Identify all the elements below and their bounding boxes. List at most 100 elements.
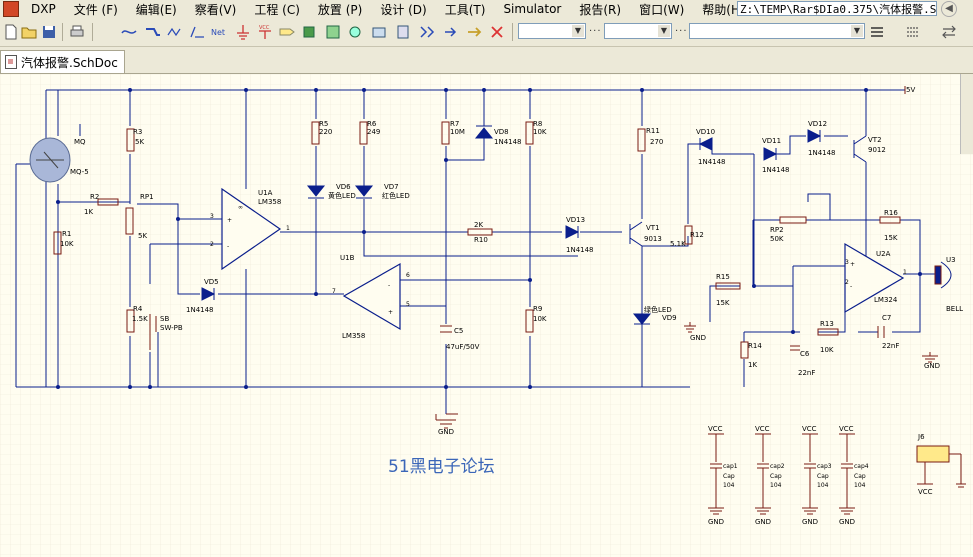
directive-icon[interactable]: [370, 23, 388, 41]
label-rp1: RP1: [140, 193, 154, 201]
label-r10v: 2K: [474, 221, 483, 229]
menu-file[interactable]: 文件 (F): [65, 1, 127, 18]
label-r8: R8: [533, 120, 542, 128]
label-c5v: 47uF/50V: [446, 343, 480, 351]
align-icon[interactable]: [940, 23, 958, 41]
layer-combo[interactable]: ▼: [518, 23, 586, 39]
cap3-gnd: GND: [802, 518, 818, 526]
schematic-drawing[interactable]: MQ MQ-5 R1 10K R2 1K R3 5K RP1 5K R4 1.5…: [0, 74, 973, 557]
back-nav-icon[interactable]: ◀: [941, 1, 957, 17]
cap3-name: cap3: [817, 463, 832, 470]
label-vd9v: 绿色LED: [644, 305, 672, 314]
pin-u2a-2: 2: [845, 279, 849, 286]
save-icon[interactable]: [40, 23, 58, 41]
label-vd9: VD9: [662, 314, 677, 322]
net-label-icon[interactable]: [188, 23, 206, 41]
menu-place[interactable]: 放置 (P): [309, 1, 371, 18]
label-rp2v: 50K: [770, 235, 784, 243]
vcc-icon[interactable]: VCC: [256, 23, 274, 41]
harness-icon[interactable]: [394, 23, 412, 41]
label-r11v: 270: [650, 138, 663, 146]
toolbar-separator: [62, 23, 63, 41]
menu-project[interactable]: 工程 (C): [245, 1, 309, 18]
label-sbv: SW-PB: [160, 324, 183, 332]
toolbar-separator: [512, 23, 513, 41]
list-icon[interactable]: [868, 23, 886, 41]
label-vd12v: 1N4148: [808, 149, 836, 157]
menu-window[interactable]: 窗口(W): [630, 1, 693, 18]
label-rp2: RP2: [770, 226, 784, 234]
menu-dxp[interactable]: DXP: [22, 2, 65, 16]
menu-simulator[interactable]: Simulator: [494, 2, 570, 16]
label-vd10: VD10: [696, 128, 715, 136]
bus-icon[interactable]: [144, 23, 162, 41]
label-vd5v: 1N4148: [186, 306, 214, 314]
app-logo-icon[interactable]: [3, 1, 19, 17]
document-tab[interactable]: 汽体报警.SchDoc: [0, 50, 125, 73]
label-gnd-bell: GND: [924, 362, 940, 370]
print-icon[interactable]: [68, 23, 86, 41]
document-tab-label: 汽体报警.SchDoc: [21, 55, 118, 70]
label-r3v: 5K: [135, 138, 144, 146]
wire-icon[interactable]: [120, 23, 138, 41]
arrow-icon[interactable]: [466, 23, 484, 41]
pin-u1b-minus: -: [388, 282, 390, 289]
open-folder-icon[interactable]: [20, 23, 38, 41]
pin-u1b-plus: +: [388, 309, 393, 316]
cap2-type: Cap: [770, 473, 782, 480]
net-icon[interactable]: Net: [210, 23, 228, 41]
label-r9v: 10K: [533, 315, 547, 323]
vertical-scrollbar[interactable]: [960, 74, 973, 154]
component-icon[interactable]: [300, 23, 318, 41]
cap2-val: 104: [770, 482, 782, 489]
label-sb: SB: [160, 315, 169, 323]
label-u2a: U2A: [876, 250, 891, 258]
pin-u1a-minus: -: [227, 243, 229, 250]
pin-u1a-3: 3: [210, 213, 214, 220]
label-u1a: U1A: [258, 189, 273, 197]
document-path-field[interactable]: Z:\TEMP\Rar$DIa0.375\汽体报警.S: [737, 1, 937, 16]
sheet-entry-icon[interactable]: [346, 23, 364, 41]
menu-edit[interactable]: 编辑(E): [127, 1, 186, 18]
label-r16v: 15K: [884, 234, 898, 242]
snap-combo[interactable]: ▼: [604, 23, 672, 39]
menu-reports[interactable]: 报告(R): [570, 1, 630, 18]
menu-tools[interactable]: 工具(T): [436, 1, 495, 18]
label-vd6: VD6: [336, 183, 351, 191]
cap4-val: 104: [854, 482, 866, 489]
svg-text:Net: Net: [211, 28, 225, 37]
label-r15: R15: [716, 273, 730, 281]
label-c7v: 22nF: [882, 342, 899, 350]
gnd-icon[interactable]: [234, 23, 252, 41]
junction-icon[interactable]: [418, 23, 436, 41]
label-r16: R16: [884, 209, 898, 217]
cap2-name: cap2: [770, 463, 785, 470]
label-r2: R2: [90, 193, 99, 201]
sheet-symbol-icon[interactable]: [324, 23, 342, 41]
new-file-icon[interactable]: [2, 23, 20, 41]
label-r5v: 220: [319, 128, 332, 136]
label-r6: R6: [367, 120, 377, 128]
cap3-val: 104: [817, 482, 829, 489]
compile-icon[interactable]: [442, 23, 460, 41]
label-r15v: 15K: [716, 299, 730, 307]
label-r4: R4: [133, 305, 143, 313]
schematic-canvas[interactable]: MQ MQ-5 R1 10K R2 1K R3 5K RP1 5K R4 1.5…: [0, 74, 973, 557]
cap3-type: Cap: [817, 473, 829, 480]
label-u1av: LM358: [258, 198, 281, 206]
cap1-type: Cap: [723, 473, 735, 480]
port-icon[interactable]: [278, 23, 296, 41]
label-r7: R7: [450, 120, 459, 128]
toolbar: Net VCC ▼ ··· ▼ ··· ▼: [0, 18, 973, 47]
menu-view[interactable]: 察看(V): [186, 1, 246, 18]
label-r11: R11: [646, 127, 660, 135]
cap1-name: cap1: [723, 463, 738, 470]
label-r8v: 10K: [533, 128, 547, 136]
bus-entry-icon[interactable]: [166, 23, 184, 41]
filter-combo[interactable]: ▼: [689, 23, 865, 39]
grid-icon[interactable]: [904, 23, 922, 41]
cross-icon[interactable]: [488, 23, 506, 41]
label-u1bv: LM358: [342, 332, 365, 340]
menu-design[interactable]: 设计 (D): [371, 1, 435, 18]
label-mq5: MQ-5: [70, 168, 89, 176]
